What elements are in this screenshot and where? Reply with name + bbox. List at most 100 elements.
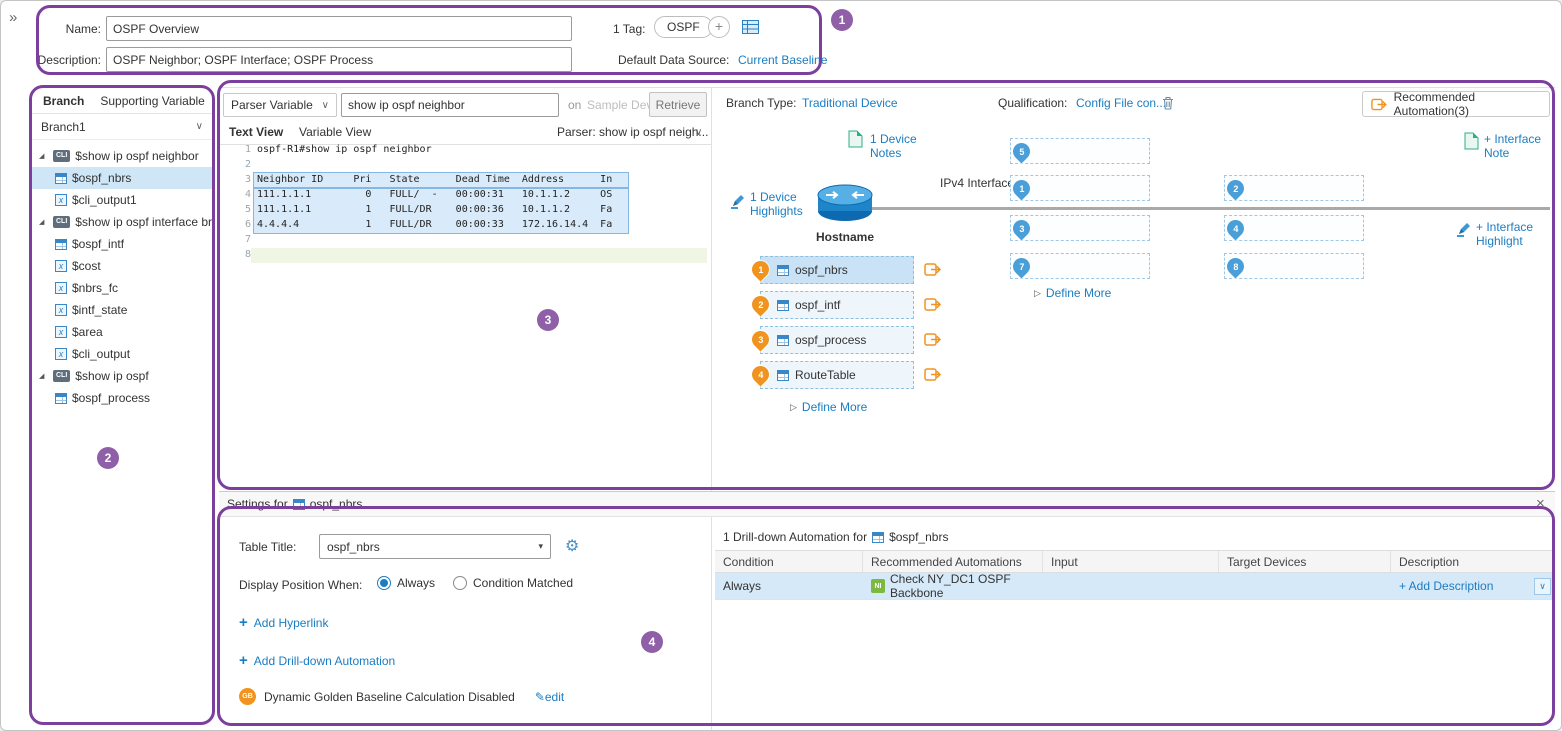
gear-icon[interactable]: ⚙ [565,536,579,556]
tab-supporting-variable[interactable]: Supporting Variable [100,94,205,113]
tab-branch[interactable]: Branch [43,94,84,113]
parser-selector[interactable]: Parser: show ip ospf neigh... [557,125,708,139]
define-more-device[interactable]: ▷ Define More [790,400,867,414]
table-icon [872,532,884,543]
name-input[interactable] [106,16,572,41]
tree-node-show-ip-ospf-neighbor[interactable]: ◢ CLI $show ip ospf neighbor [31,145,213,167]
settings-divider [711,517,712,731]
tree-leaf-label: $intf_state [72,303,127,317]
tree-leaf-nbrs-fc[interactable]: x $nbrs_fc [31,277,213,299]
interface-note-icon[interactable] [1464,132,1479,150]
parser-variable-dropdown[interactable]: Parser Variable ∨ [223,93,337,117]
automation-icon[interactable] [924,262,942,277]
callout-1-badge: 1 [831,9,853,31]
tree-node-show-ip-ospf-interface[interactable]: ◢ CLI $show ip ospf interface bri... [31,211,213,233]
close-icon[interactable]: × [1536,495,1545,512]
tree-leaf-cost[interactable]: x $cost [31,255,213,277]
tree-leaf-ospf-nbrs[interactable]: $ospf_nbrs [31,167,213,189]
delete-qualification-icon[interactable] [1162,96,1174,110]
golden-baseline-icon: GB [239,688,256,705]
hostname-label: Hostname [812,230,878,244]
data-unit-routetable[interactable]: 4 RouteTable [760,361,914,389]
interface-slot-7[interactable]: 7 [1010,253,1150,279]
device-highlights-link[interactable]: 1 Device Highlights [750,190,816,218]
plus-icon: + [239,652,248,669]
expanded-icon[interactable]: ◢ [39,218,48,226]
editor-line[interactable]: 4.4.4.4 1 FULL/DR 00:00:33 172.16.14.4 F… [257,219,612,230]
tag-list-icon[interactable] [742,20,759,34]
collapse-panel-icon[interactable]: » [9,9,17,26]
tree-leaf-cli-output[interactable]: x $cli_output [31,343,213,365]
parser-command-input[interactable] [341,93,559,117]
expanded-icon[interactable]: ◢ [39,372,48,380]
define-more-interface[interactable]: ▷ Define More [1034,286,1111,300]
device-notes-link[interactable]: 1 Device Notes [870,132,930,160]
add-drilldown-button[interactable]: + Add Drill-down Automation [239,652,395,669]
branch-selector[interactable]: Branch1 ∨ [31,114,213,140]
tree-leaf-ospf-intf[interactable]: $ospf_intf [31,233,213,255]
automation-icon[interactable] [924,367,942,382]
data-unit-ospf-process[interactable]: 3 ospf_process [760,326,914,354]
slot-pin: 1 [1009,176,1033,200]
add-hyperlink-label: Add Hyperlink [254,616,329,630]
cell-automation: NI Check NY_DC1 OSPF Backbone [863,573,1043,599]
tree-leaf-area[interactable]: x $area [31,321,213,343]
data-source-link[interactable]: Current Baseline [738,53,827,67]
interface-highlight-link[interactable]: + Interface Highlight [1476,220,1546,248]
editor-line[interactable]: 111.1.1.1 1 FULL/DR 00:00:36 10.1.1.2 Fa [257,204,612,215]
editor-cursor-line [251,248,707,263]
interface-slot-3[interactable]: 3 [1010,215,1150,241]
settings-header: Settings for ospf_nbrs [219,492,1555,517]
data-unit-label: ospf_process [795,333,866,347]
row-expander[interactable]: ∨ [1534,578,1551,595]
cli-icon: CLI [53,216,70,228]
interface-slot-5[interactable]: 5 [1010,138,1150,164]
branch-type-link[interactable]: Traditional Device [802,96,898,110]
tree-leaf-cli-output1[interactable]: x $cli_output1 [31,189,213,211]
interface-slot-8[interactable]: 8 [1224,253,1364,279]
add-tag-button[interactable]: + [708,16,730,38]
edit-link[interactable]: ✎edit [535,690,564,704]
editor-line[interactable]: 111.1.1.1 0 FULL/ - 00:00:31 10.1.1.2 OS [257,189,612,200]
interface-highlight-icon[interactable] [1456,222,1471,237]
automation-icon[interactable] [924,297,942,312]
data-unit-ospf-nbrs[interactable]: 1 ospf_nbrs [760,256,914,284]
branch-type-label: Branch Type: [726,96,797,110]
tree-leaf-label: $ospf_process [72,391,150,405]
interface-note-link[interactable]: + Interface Note [1484,132,1550,160]
radio-condition-matched[interactable]: Condition Matched [453,576,573,590]
drilldown-table-row[interactable]: Always NI Check NY_DC1 OSPF Backbone + A… [715,573,1555,600]
expanded-icon[interactable]: ◢ [39,152,48,160]
radio-always[interactable]: Always [377,576,435,590]
tree-leaf-intf-state[interactable]: x $intf_state [31,299,213,321]
qualification-link[interactable]: Config File con... [1076,96,1166,110]
interface-slot-1[interactable]: 1 [1010,175,1150,201]
recommended-automation-button[interactable]: Recommended Automation(3) [1362,91,1550,117]
device-highlights-icon[interactable] [730,194,745,209]
device-notes-icon[interactable] [848,130,863,148]
data-unit-ospf-intf[interactable]: 2 ospf_intf [760,291,914,319]
interface-line [872,207,1550,210]
settings-panel: Settings for ospf_nbrs × Table Title: os… [219,491,1555,731]
cli-icon: CLI [53,370,70,382]
add-hyperlink-button[interactable]: + Add Hyperlink [239,614,328,631]
tab-variable-view[interactable]: Variable View [299,125,371,139]
add-description-link[interactable]: + Add Description [1399,579,1493,593]
editor-line[interactable]: ospf-R1#show ip ospf neighbor [257,144,432,155]
router-icon[interactable] [816,182,874,222]
tab-text-view[interactable]: Text View [229,125,283,139]
description-input[interactable] [106,47,572,72]
tag-chip[interactable]: OSPF [654,16,713,38]
tree-leaf-ospf-process[interactable]: $ospf_process [31,387,213,409]
golden-baseline-row: GB Dynamic Golden Baseline Calculation D… [239,688,564,705]
automation-icon[interactable] [924,332,942,347]
retrieve-button[interactable]: Retrieve [649,92,707,117]
table-title-combo[interactable]: ospf_nbrs ▾ [319,534,551,559]
interface-slot-2[interactable]: 2 [1224,175,1364,201]
interface-group-label[interactable]: IPv4 Interface [940,176,1014,190]
editor-line[interactable]: Neighbor ID Pri State Dead Time Address … [257,174,612,185]
data-unit-pin: 2 [748,292,772,316]
interface-slot-4[interactable]: 4 [1224,215,1364,241]
data-unit-pin: 3 [748,327,772,351]
tree-node-show-ip-ospf[interactable]: ◢ CLI $show ip ospf [31,365,213,387]
